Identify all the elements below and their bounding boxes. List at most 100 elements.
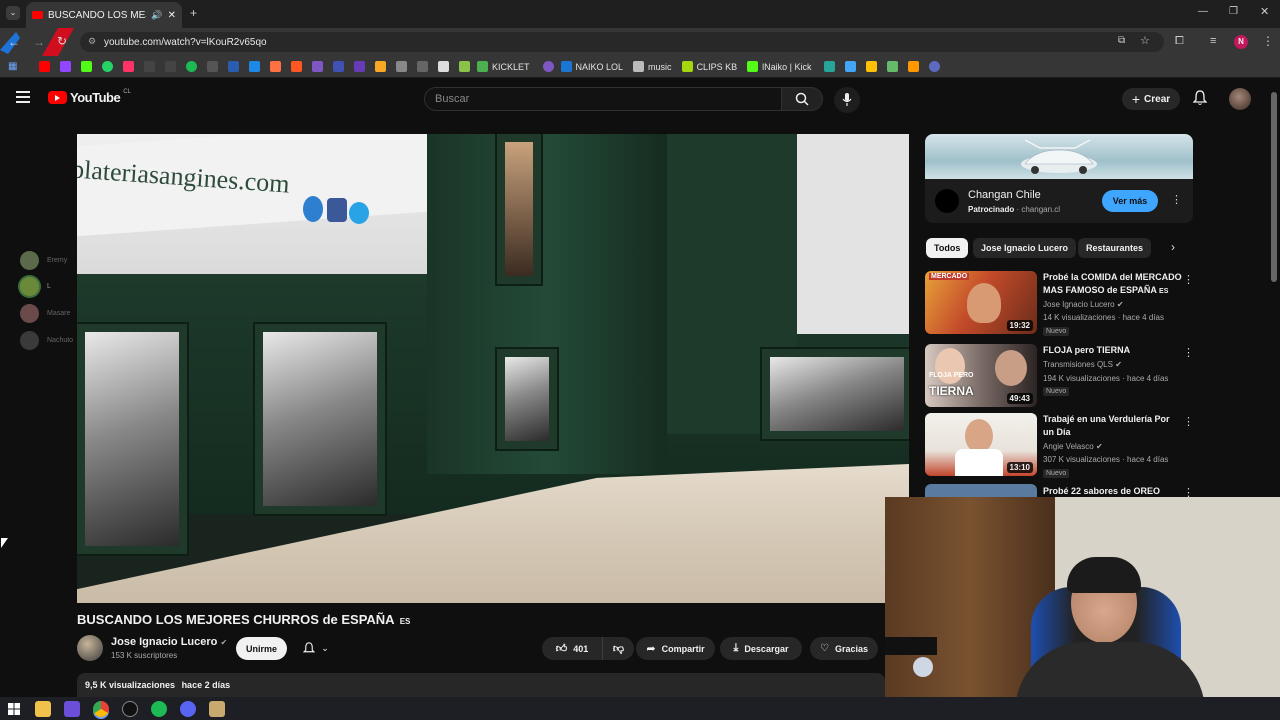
bookmark-icon[interactable] <box>375 61 386 72</box>
discord-icon[interactable] <box>180 700 196 717</box>
bookmark-icon[interactable] <box>312 61 323 72</box>
youtube-logo[interactable]: YouTube CL <box>48 89 131 105</box>
bookmark-music[interactable]: music <box>633 61 672 72</box>
recommended-video[interactable]: MERCADO 19:32 Probé la COMIDA del MERCAD… <box>925 271 1194 339</box>
bookmark-icon[interactable] <box>333 61 344 72</box>
cast-icon[interactable]: ⧉ <box>1118 35 1125 46</box>
chip-restaurants[interactable]: Restaurantes <box>1078 238 1152 258</box>
bookmark-star-icon[interactable]: ☆ <box>1140 34 1150 47</box>
site-info-icon[interactable]: ⚙ <box>88 36 96 47</box>
chip-all[interactable]: Todos <box>926 238 969 258</box>
search-input[interactable]: Buscar <box>424 87 782 111</box>
subscription-notifications-button[interactable]: ⌄ <box>294 637 338 660</box>
windows-start-icon[interactable] <box>6 701 22 717</box>
league-of-legends-icon[interactable] <box>209 700 225 717</box>
bookmark-icon[interactable] <box>249 61 260 72</box>
ad-banner-image[interactable] <box>925 134 1193 179</box>
obs-icon[interactable] <box>122 700 138 717</box>
bookmark-icon[interactable] <box>866 61 878 72</box>
profile-avatar[interactable]: N <box>1234 35 1248 49</box>
bookmark-icon[interactable] <box>123 61 134 72</box>
download-button[interactable]: ⤓ Descargar <box>720 637 802 660</box>
channel-name[interactable]: Jose Ignacio Lucero ✔ <box>111 636 227 648</box>
reload-button[interactable]: ↻ <box>57 34 67 48</box>
close-window-button[interactable]: ✕ <box>1260 5 1269 18</box>
bookmark-icon[interactable] <box>354 61 365 72</box>
video-thumbnail[interactable]: 13:10 <box>925 413 1037 476</box>
app-icon[interactable] <box>64 700 80 717</box>
apps-grid-icon[interactable]: ▦ <box>8 61 17 72</box>
tiktok-bookmark-icon[interactable] <box>165 61 176 72</box>
chevron-right-icon[interactable]: › <box>1171 240 1175 254</box>
video-thumbnail[interactable] <box>925 484 1037 498</box>
tab-close-icon[interactable]: ✕ <box>168 10 176 21</box>
minimize-button[interactable]: — <box>1198 6 1208 17</box>
new-tab-button[interactable]: + <box>190 6 197 20</box>
address-bar[interactable]: ⚙ youtube.com/watch?v=lKouR2v65qo ⧉ ☆ <box>80 32 1164 52</box>
recommended-video[interactable]: FLOJA PERO TIERNA 49:43 FLOJA pero TIERN… <box>925 344 1194 412</box>
youtube-bookmark-icon[interactable] <box>39 61 50 72</box>
whatsapp-bookmark-icon[interactable] <box>102 61 113 72</box>
join-button[interactable]: Unirme <box>236 637 287 660</box>
video-player[interactable]: plateriasangines.com <box>77 134 909 603</box>
bookmark-icon[interactable] <box>396 61 407 72</box>
browser-menu-icon[interactable]: ⋮ <box>1262 34 1274 48</box>
bookmark-icon[interactable] <box>845 61 857 72</box>
video-menu-icon[interactable]: ⋮ <box>1183 346 1194 359</box>
recommended-video[interactable]: 13:10 Trabajé en una Verdulería Por un D… <box>925 413 1194 481</box>
bookmark-icon[interactable] <box>417 61 428 72</box>
extensions-icon[interactable]: ⧠ <box>1175 35 1184 48</box>
bookmark-icon[interactable] <box>887 61 899 72</box>
video-thumbnail[interactable]: MERCADO 19:32 <box>925 271 1037 334</box>
hamburger-menu-icon[interactable] <box>16 91 30 103</box>
dislike-button[interactable]: 👎︎ <box>602 637 634 660</box>
video-menu-icon[interactable]: ⋮ <box>1183 273 1194 286</box>
account-avatar[interactable] <box>1229 88 1251 110</box>
bookmark-icon[interactable] <box>542 61 554 72</box>
recommended-video[interactable]: Probé 22 sabores de OREO ⋮ <box>925 484 1193 498</box>
media-control-icon[interactable]: ≡ <box>1210 35 1216 47</box>
bookmark-icon[interactable] <box>270 61 281 72</box>
file-explorer-icon[interactable] <box>35 700 51 717</box>
bookmark-icon[interactable] <box>929 61 941 72</box>
bookmark-kicklet[interactable]: KICKLET <box>477 61 530 72</box>
video-menu-icon[interactable]: ⋮ <box>1183 415 1194 428</box>
spotify-bookmark-icon[interactable] <box>186 61 197 72</box>
bookmark-icon[interactable] <box>207 61 218 72</box>
audio-playing-icon[interactable]: 🔊 <box>151 10 162 21</box>
advertiser-logo[interactable] <box>935 189 959 213</box>
voice-search-button[interactable] <box>834 87 860 113</box>
x-bookmark-icon[interactable] <box>144 61 155 72</box>
tab-active[interactable]: BUSCANDO LOS MEJORES 🔊 ✕ <box>26 2 182 28</box>
create-button[interactable]: + Crear <box>1122 88 1180 110</box>
bookmark-icon[interactable] <box>228 61 239 72</box>
description-box[interactable]: 9,5 K visualizaciones hace 2 días <box>77 673 885 697</box>
bookmark-icon[interactable] <box>438 61 449 72</box>
bookmark-icon[interactable] <box>291 61 302 72</box>
share-button[interactable]: ➦ Compartir <box>636 637 715 660</box>
video-thumbnail[interactable]: FLOJA PERO TIERNA 49:43 <box>925 344 1037 407</box>
tab-search-button[interactable]: ⌄ <box>6 6 20 20</box>
bookmark-icon[interactable] <box>908 61 920 72</box>
kick-bookmark-icon[interactable] <box>81 61 92 72</box>
advertiser-name[interactable]: Changan Chile <box>968 189 1041 201</box>
forward-button[interactable]: → <box>33 35 45 49</box>
search-button[interactable] <box>781 87 823 111</box>
chip-channel[interactable]: Jose Ignacio Lucero <box>973 238 1077 258</box>
ad-cta-button[interactable]: Ver más <box>1102 190 1158 212</box>
spotify-icon[interactable] <box>151 700 167 717</box>
bookmark-naiko-kick[interactable]: lNaiko | Kick <box>747 61 811 72</box>
back-button[interactable]: ← <box>8 35 20 49</box>
thanks-button[interactable]: ♡ Gracias <box>810 637 878 660</box>
notifications-button[interactable] <box>1192 90 1208 111</box>
channel-avatar[interactable] <box>77 635 103 661</box>
ad-menu-icon[interactable]: ⋮ <box>1171 193 1182 206</box>
bookmark-icon[interactable] <box>459 61 470 72</box>
bookmark-clips-kb[interactable]: CLIPS KB <box>681 61 737 72</box>
twitch-bookmark-icon[interactable] <box>60 61 71 72</box>
page-scrollbar-thumb[interactable] <box>1271 92 1277 282</box>
bookmark-naiko-lol[interactable]: NAIKO LOL <box>560 61 623 72</box>
restore-button[interactable]: ❐ <box>1229 6 1238 17</box>
like-button[interactable]: 👍︎ 401 <box>542 637 602 660</box>
bookmark-icon[interactable] <box>824 61 836 72</box>
